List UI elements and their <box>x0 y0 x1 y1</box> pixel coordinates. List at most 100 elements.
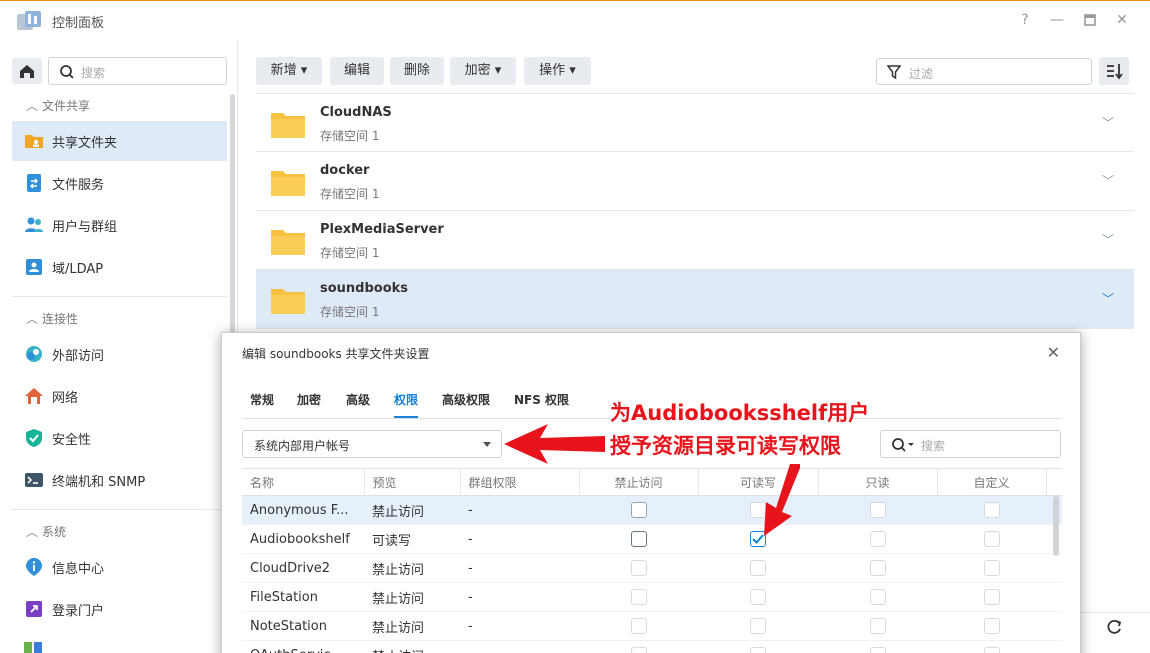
folder-row-selected[interactable]: soundbooks 存储空间 1 ﹀ <box>256 270 1134 329</box>
table-row[interactable]: CloudDrive2 禁止访问 - <box>242 553 1062 583</box>
sort-icon <box>1107 64 1123 80</box>
dialog-search-input[interactable]: 搜索 <box>880 430 1061 458</box>
sidebar-item-security[interactable]: 安全性 <box>12 418 227 458</box>
table-row[interactable]: Audiobookshelf 可读写 - <box>242 524 1062 554</box>
tab-nfs-permissions[interactable]: NFS 权限 <box>514 391 569 418</box>
table-row[interactable]: NoteStation 禁止访问 - <box>242 611 1062 641</box>
edit-button[interactable]: 编辑 <box>330 57 384 85</box>
minimize-icon[interactable]: — <box>1048 11 1066 29</box>
preview-value: 禁止访问 <box>364 553 460 583</box>
col-preview[interactable]: 预览 <box>364 468 461 496</box>
sidebar-item-login-portal[interactable]: 登录门户 <box>12 589 227 629</box>
no-access-checkbox[interactable] <box>630 647 647 653</box>
read-only-checkbox[interactable] <box>869 502 886 518</box>
sidebar-item-info-center[interactable]: 信息中心 <box>12 547 227 587</box>
refresh-icon[interactable] <box>1099 614 1129 640</box>
col-name[interactable]: 名称 <box>242 468 365 496</box>
tab-advanced[interactable]: 高级 <box>346 391 370 418</box>
action-button[interactable]: 操作 ▾ <box>524 57 591 85</box>
chevron-down-icon[interactable]: ﹀ <box>1102 172 1114 189</box>
edit-shared-folder-dialog: 编辑 soundbooks 共享文件夹设置 ✕ 常规 加密 高级 权限 高级权限… <box>221 332 1081 653</box>
external-access-icon <box>26 346 42 362</box>
read-only-checkbox[interactable] <box>869 618 886 634</box>
annotation-arrow-down-icon <box>764 464 800 536</box>
no-access-checkbox[interactable] <box>630 531 647 547</box>
section-file-sharing[interactable]: ︿ 文件共享 <box>26 97 90 114</box>
section-system[interactable]: ︿ 系统 <box>26 523 66 540</box>
folder-row[interactable]: CloudNAS 存储空间 1 ﹀ <box>256 93 1134 152</box>
sidebar-item-external-access[interactable]: 外部访问 <box>12 334 227 374</box>
tab-general[interactable]: 常规 <box>250 391 274 418</box>
table-scrollbar[interactable] <box>1053 496 1059 556</box>
title-bar: 控制面板 ? — ✕ <box>0 0 1150 40</box>
sidebar-item-shared-folder[interactable]: 共享文件夹 <box>12 121 227 161</box>
read-write-checkbox[interactable] <box>750 560 766 576</box>
tab-encryption[interactable]: 加密 <box>297 391 321 418</box>
dialog-title: 编辑 soundbooks 共享文件夹设置 <box>242 347 430 361</box>
folder-icon <box>271 113 305 138</box>
chevron-down-icon[interactable]: ﹀ <box>1102 231 1114 248</box>
custom-checkbox[interactable] <box>983 647 1000 653</box>
tab-permissions[interactable]: 权限 <box>394 391 419 418</box>
read-only-checkbox[interactable] <box>869 589 886 605</box>
create-button[interactable]: 新增 ▾ <box>256 57 322 85</box>
chevron-up-icon: ︿ <box>26 99 39 113</box>
sort-button[interactable] <box>1099 57 1129 85</box>
section-connectivity[interactable]: ︿ 连接性 <box>26 310 78 327</box>
table-row[interactable]: FileStation 禁止访问 - <box>242 582 1062 612</box>
folder-row[interactable]: PlexMediaServer 存储空间 1 ﹀ <box>256 211 1134 270</box>
tab-advanced-permissions[interactable]: 高级权限 <box>442 391 490 418</box>
help-icon[interactable]: ? <box>1016 11 1034 29</box>
no-access-checkbox[interactable] <box>630 618 647 634</box>
custom-checkbox[interactable] <box>983 589 1000 605</box>
maximize-icon[interactable] <box>1081 11 1099 29</box>
close-icon[interactable]: ✕ <box>1113 11 1131 29</box>
user-name: Audiobookshelf <box>242 524 364 554</box>
read-write-checkbox[interactable] <box>750 589 766 605</box>
col-group-permission[interactable]: 群组权限 <box>460 468 580 496</box>
custom-checkbox[interactable] <box>983 502 1000 518</box>
group-permission: - <box>460 524 579 554</box>
folder-name: soundbooks <box>320 281 409 296</box>
sidebar-item-domain-ldap[interactable]: 域/LDAP <box>12 247 227 287</box>
read-only-checkbox[interactable] <box>869 560 886 576</box>
close-icon[interactable]: ✕ <box>1047 343 1060 362</box>
sidebar-item-label: 外部访问 <box>52 348 105 364</box>
delete-button[interactable]: 删除 <box>390 57 444 85</box>
user-type-select[interactable]: 系统内部用户帐号 <box>242 430 502 458</box>
partial-item-icon <box>24 642 42 653</box>
read-only-checkbox[interactable] <box>869 647 886 653</box>
custom-checkbox[interactable] <box>983 560 1000 576</box>
custom-checkbox[interactable] <box>983 618 1000 634</box>
sidebar-item-users-groups[interactable]: 用户与群组 <box>12 205 227 245</box>
filter-input[interactable]: 过滤 <box>876 58 1092 85</box>
read-write-checkbox[interactable] <box>750 647 766 653</box>
col-no-access[interactable]: 禁止访问 <box>579 468 699 496</box>
preview-value: 禁止访问 <box>364 495 460 525</box>
home-button[interactable] <box>12 58 42 84</box>
col-read-only[interactable]: 只读 <box>818 468 938 496</box>
sidebar-item-network[interactable]: 网络 <box>12 376 227 416</box>
chevron-down-icon[interactable]: ﹀ <box>1102 290 1114 307</box>
chevron-up-icon: ︿ <box>26 312 39 326</box>
dropdown-arrow-icon <box>483 442 491 447</box>
sidebar-search-input[interactable]: 搜索 <box>48 57 227 85</box>
custom-checkbox[interactable] <box>983 531 1000 547</box>
table-row[interactable]: Anonymous F... 禁止访问 - <box>242 495 1062 525</box>
sidebar-item-file-services[interactable]: 文件服务 <box>12 163 227 203</box>
group-permission: - <box>460 582 579 612</box>
group-permission: - <box>460 640 579 653</box>
encrypt-button[interactable]: 加密 ▾ <box>450 57 516 85</box>
read-write-checkbox[interactable] <box>750 618 766 634</box>
folder-name: CloudNAS <box>320 105 392 120</box>
group-permission: - <box>460 611 579 641</box>
no-access-checkbox[interactable] <box>630 560 647 576</box>
table-row[interactable]: OAuthServic... 禁止访问 - <box>242 640 1062 653</box>
sidebar-item-terminal-snmp[interactable]: 终端机和 SNMP <box>12 460 227 500</box>
no-access-checkbox[interactable] <box>630 502 647 518</box>
folder-row[interactable]: docker 存储空间 1 ﹀ <box>256 152 1134 211</box>
col-custom[interactable]: 自定义 <box>937 468 1047 496</box>
chevron-down-icon[interactable]: ﹀ <box>1102 114 1114 131</box>
no-access-checkbox[interactable] <box>630 589 647 605</box>
read-only-checkbox[interactable] <box>869 531 886 547</box>
